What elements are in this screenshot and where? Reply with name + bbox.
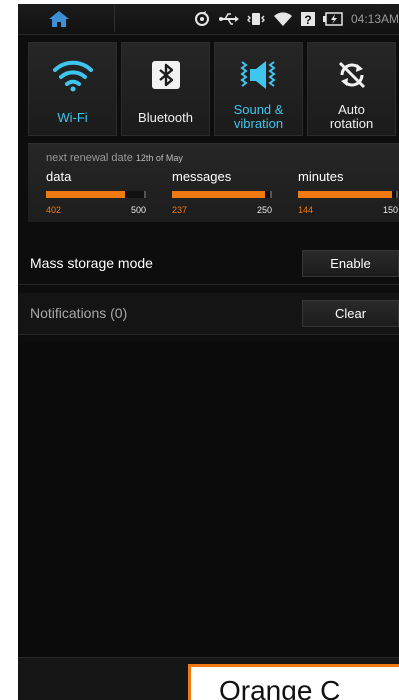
- home-icon[interactable]: [48, 10, 70, 28]
- meter-total: 500: [130, 205, 146, 215]
- enable-button[interactable]: Enable: [302, 250, 399, 277]
- sync-icon: [194, 11, 209, 26]
- status-icons: ? 04:13AM: [193, 4, 399, 34]
- caption-text: Orange C: [219, 675, 341, 700]
- renewal-info: next renewal date 12th of May: [46, 152, 183, 164]
- tile-rotation-label: Auto rotation: [329, 102, 374, 131]
- tile-wifi-label: Wi-Fi: [57, 110, 88, 125]
- meter-used: 402: [46, 205, 62, 215]
- notifications-row: Notifications (0) Clear: [18, 293, 399, 335]
- meter-total: 150: [382, 205, 398, 215]
- status-divider: [114, 6, 115, 32]
- meter-fill: [46, 191, 125, 198]
- quick-settings: Wi-Fi Bluetooth Sound & vibration Auto r…: [28, 42, 399, 136]
- tile-wifi[interactable]: Wi-Fi: [28, 42, 117, 136]
- meter-total: 250: [256, 205, 272, 215]
- svg-text:?: ?: [304, 13, 311, 27]
- tile-rotation[interactable]: Auto rotation: [307, 42, 396, 136]
- renewal-date: 12th of May: [135, 153, 183, 163]
- tile-sound[interactable]: Sound & vibration: [214, 42, 303, 136]
- clear-button[interactable]: Clear: [302, 300, 399, 327]
- usage-panel: next renewal date 12th of May data 402 50…: [28, 143, 399, 222]
- speaker-icon: [239, 61, 276, 89]
- mass-storage-row: Mass storage mode Enable: [18, 243, 399, 285]
- clock: 04:13AM: [350, 12, 399, 26]
- meter-bar: [172, 191, 272, 198]
- meter-used: 144: [298, 205, 314, 215]
- notifications-label: Notifications (0): [30, 305, 128, 321]
- notifications-list: [18, 343, 399, 657]
- meter-bar: [46, 191, 146, 198]
- unknown-network-icon: ?: [300, 12, 315, 27]
- meter-bar: [298, 191, 398, 198]
- meter-used: 237: [172, 205, 188, 215]
- battery-icon: [322, 12, 343, 26]
- meter-title: messages: [172, 169, 232, 184]
- renewal-label: next renewal date: [46, 152, 133, 164]
- tile-bluetooth-label: Bluetooth: [138, 110, 193, 125]
- notification-shade: ? 04:13AM Wi-Fi Bluetooth Sound & vibrat…: [18, 4, 399, 700]
- meter-title: minutes: [298, 169, 344, 184]
- phone-frame: ? 04:13AM Wi-Fi Bluetooth Sound & vibrat…: [0, 0, 399, 700]
- meter-data: data 402 500: [46, 169, 146, 219]
- meter-fill: [298, 191, 393, 198]
- tile-sound-label: Sound & vibration: [233, 102, 284, 131]
- meter-title: data: [46, 169, 72, 184]
- meter-messages: messages 237 250: [172, 169, 272, 219]
- status-bar: ? 04:13AM: [18, 4, 399, 35]
- rotation-icon: [338, 61, 365, 89]
- wifi-icon: [52, 60, 93, 92]
- usb-icon: [218, 13, 239, 25]
- tile-bluetooth[interactable]: Bluetooth: [121, 42, 210, 136]
- vibrate-icon: [246, 13, 265, 25]
- bluetooth-icon: [151, 61, 180, 89]
- meter-fill: [172, 191, 265, 198]
- wifi-signal-icon: [273, 12, 292, 26]
- mass-storage-label: Mass storage mode: [30, 255, 153, 271]
- meter-minutes: minutes 144 150: [298, 169, 398, 219]
- caption-box: Orange C: [188, 664, 399, 700]
